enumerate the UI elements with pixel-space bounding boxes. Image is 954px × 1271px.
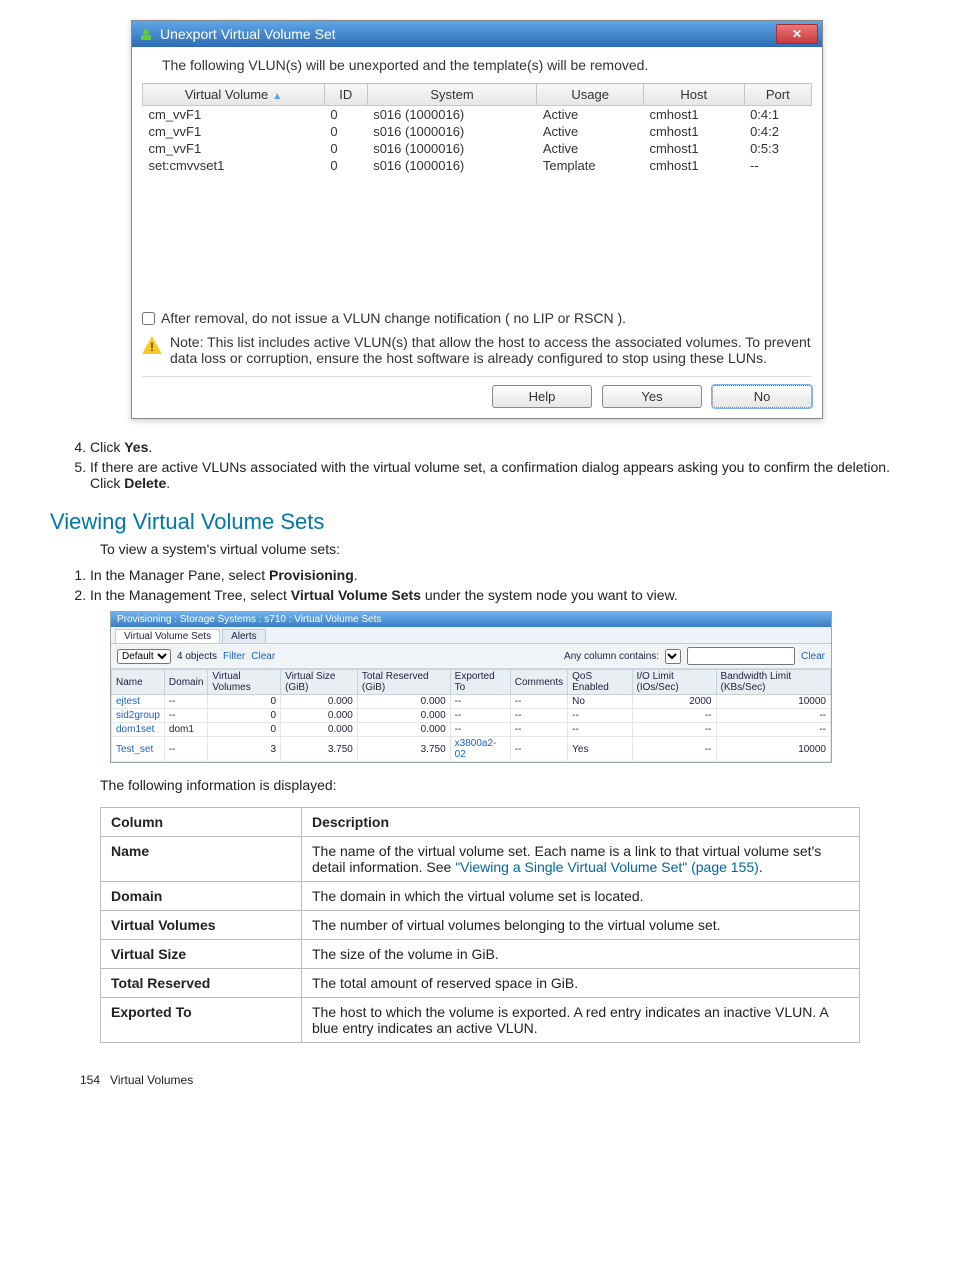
contains-select[interactable] bbox=[665, 649, 681, 664]
table-row[interactable]: cm_vvF10s016 (1000016)Activecmhost10:5:3 bbox=[143, 140, 812, 157]
close-icon: ✕ bbox=[792, 27, 802, 41]
table-row[interactable]: sid2group--00.0000.000---------- bbox=[112, 709, 831, 723]
contains-label: Any column contains: bbox=[564, 651, 659, 662]
table-row[interactable]: cm_vvF10s016 (1000016)Activecmhost10:4:1 bbox=[143, 106, 812, 124]
help-button[interactable]: Help bbox=[492, 385, 592, 408]
section-heading: Viewing Virtual Volume Sets bbox=[50, 509, 904, 535]
step: In the Management Tree, select Virtual V… bbox=[90, 587, 904, 603]
col-usage[interactable]: Usage bbox=[537, 84, 644, 106]
unexport-dialog: Unexport Virtual Volume Set ✕ The follow… bbox=[131, 20, 823, 419]
table-row[interactable]: cm_vvF10s016 (1000016)Activecmhost10:4:2 bbox=[143, 123, 812, 140]
sort-indicator-icon: ▲ bbox=[272, 91, 282, 102]
table-row[interactable]: Test_set--33.7503.750x3800a2-02--Yes--10… bbox=[112, 737, 831, 762]
mini-col-header[interactable]: Domain bbox=[164, 670, 207, 695]
mini-col-header[interactable]: Bandwidth Limit (KBs/Sec) bbox=[716, 670, 831, 695]
dialog-title: Unexport Virtual Volume Set bbox=[160, 26, 336, 42]
column-description-table: Column Description NameThe name of the v… bbox=[100, 807, 860, 1043]
desc-row: DomainThe domain in which the virtual vo… bbox=[101, 882, 860, 911]
mini-col-header[interactable]: Exported To bbox=[450, 670, 510, 695]
dialog-intro-text: The following VLUN(s) will be unexported… bbox=[162, 57, 812, 73]
object-count: 4 objects bbox=[177, 651, 217, 662]
vvset-table: NameDomainVirtual VolumesVirtual Size (G… bbox=[111, 669, 831, 762]
col-virtual-volume[interactable]: Virtual Volume▲ bbox=[143, 84, 325, 106]
mini-col-header[interactable]: Comments bbox=[510, 670, 567, 695]
yes-button[interactable]: Yes bbox=[602, 385, 702, 408]
filter-link[interactable]: Filter bbox=[223, 651, 245, 662]
no-button[interactable]: No bbox=[712, 385, 812, 408]
filter-input[interactable] bbox=[687, 647, 795, 665]
step: If there are active VLUNs associated wit… bbox=[90, 459, 904, 491]
app-icon bbox=[138, 26, 154, 42]
desc-head-column: Column bbox=[101, 808, 302, 837]
notification-checkbox-row: After removal, do not issue a VLUN chang… bbox=[142, 310, 812, 326]
warning-icon bbox=[142, 336, 162, 354]
tab-virtual-volume-sets[interactable]: Virtual Volume Sets bbox=[115, 629, 220, 643]
step: Click Yes. bbox=[90, 439, 904, 455]
vvset-list-window: Provisioning : Storage Systems : s710 : … bbox=[110, 611, 832, 763]
dialog-titlebar: Unexport Virtual Volume Set ✕ bbox=[132, 21, 822, 47]
mini-col-header[interactable]: QoS Enabled bbox=[568, 670, 632, 695]
table-row[interactable]: set:cmvvset10s016 (1000016)Templatecmhos… bbox=[143, 157, 812, 174]
checkbox-label: After removal, do not issue a VLUN chang… bbox=[161, 310, 626, 326]
col-port[interactable]: Port bbox=[744, 84, 811, 106]
step: In the Manager Pane, select Provisioning… bbox=[90, 567, 904, 583]
no-lip-checkbox[interactable] bbox=[142, 312, 155, 325]
desc-row: Virtual SizeThe size of the volume in Gi… bbox=[101, 940, 860, 969]
desc-row: Total ReservedThe total amount of reserv… bbox=[101, 969, 860, 998]
clear-link[interactable]: Clear bbox=[251, 651, 275, 662]
col-system[interactable]: System bbox=[367, 84, 537, 106]
close-button[interactable]: ✕ bbox=[776, 24, 818, 44]
procedure-steps-continued: Click Yes. If there are active VLUNs asso… bbox=[60, 439, 904, 491]
mini-col-header[interactable]: Name bbox=[112, 670, 165, 695]
mini-col-header[interactable]: Virtual Size (GiB) bbox=[281, 670, 358, 695]
view-select[interactable]: Default bbox=[117, 649, 171, 664]
displayed-intro: The following information is displayed: bbox=[100, 777, 904, 793]
col-id[interactable]: ID bbox=[324, 84, 367, 106]
warning-text: Note: This list includes active VLUN(s) … bbox=[170, 334, 812, 366]
desc-row: Virtual VolumesThe number of virtual vol… bbox=[101, 911, 860, 940]
col-host[interactable]: Host bbox=[643, 84, 744, 106]
mini-col-header[interactable]: Total Reserved (GiB) bbox=[357, 670, 450, 695]
tab-alerts[interactable]: Alerts bbox=[222, 629, 266, 643]
mini-col-header[interactable]: I/O Limit (IOs/Sec) bbox=[632, 670, 716, 695]
mini-col-header[interactable]: Virtual Volumes bbox=[208, 670, 281, 695]
desc-head-description: Description bbox=[302, 808, 860, 837]
clear-filter-link[interactable]: Clear bbox=[801, 651, 825, 662]
page-footer: 154 Virtual Volumes bbox=[80, 1073, 904, 1087]
table-row[interactable]: dom1setdom100.0000.000---------- bbox=[112, 723, 831, 737]
breadcrumb: Provisioning : Storage Systems : s710 : … bbox=[111, 612, 831, 627]
desc-row: NameThe name of the virtual volume set. … bbox=[101, 837, 860, 882]
table-row[interactable]: ejtest--00.0000.000----No200010000 bbox=[112, 695, 831, 709]
desc-row: Exported ToThe host to which the volume … bbox=[101, 998, 860, 1043]
procedure-steps: In the Manager Pane, select Provisioning… bbox=[60, 567, 904, 603]
intro-paragraph: To view a system's virtual volume sets: bbox=[100, 541, 904, 557]
vlun-table: Virtual Volume▲ ID System Usage Host Por… bbox=[142, 83, 812, 174]
